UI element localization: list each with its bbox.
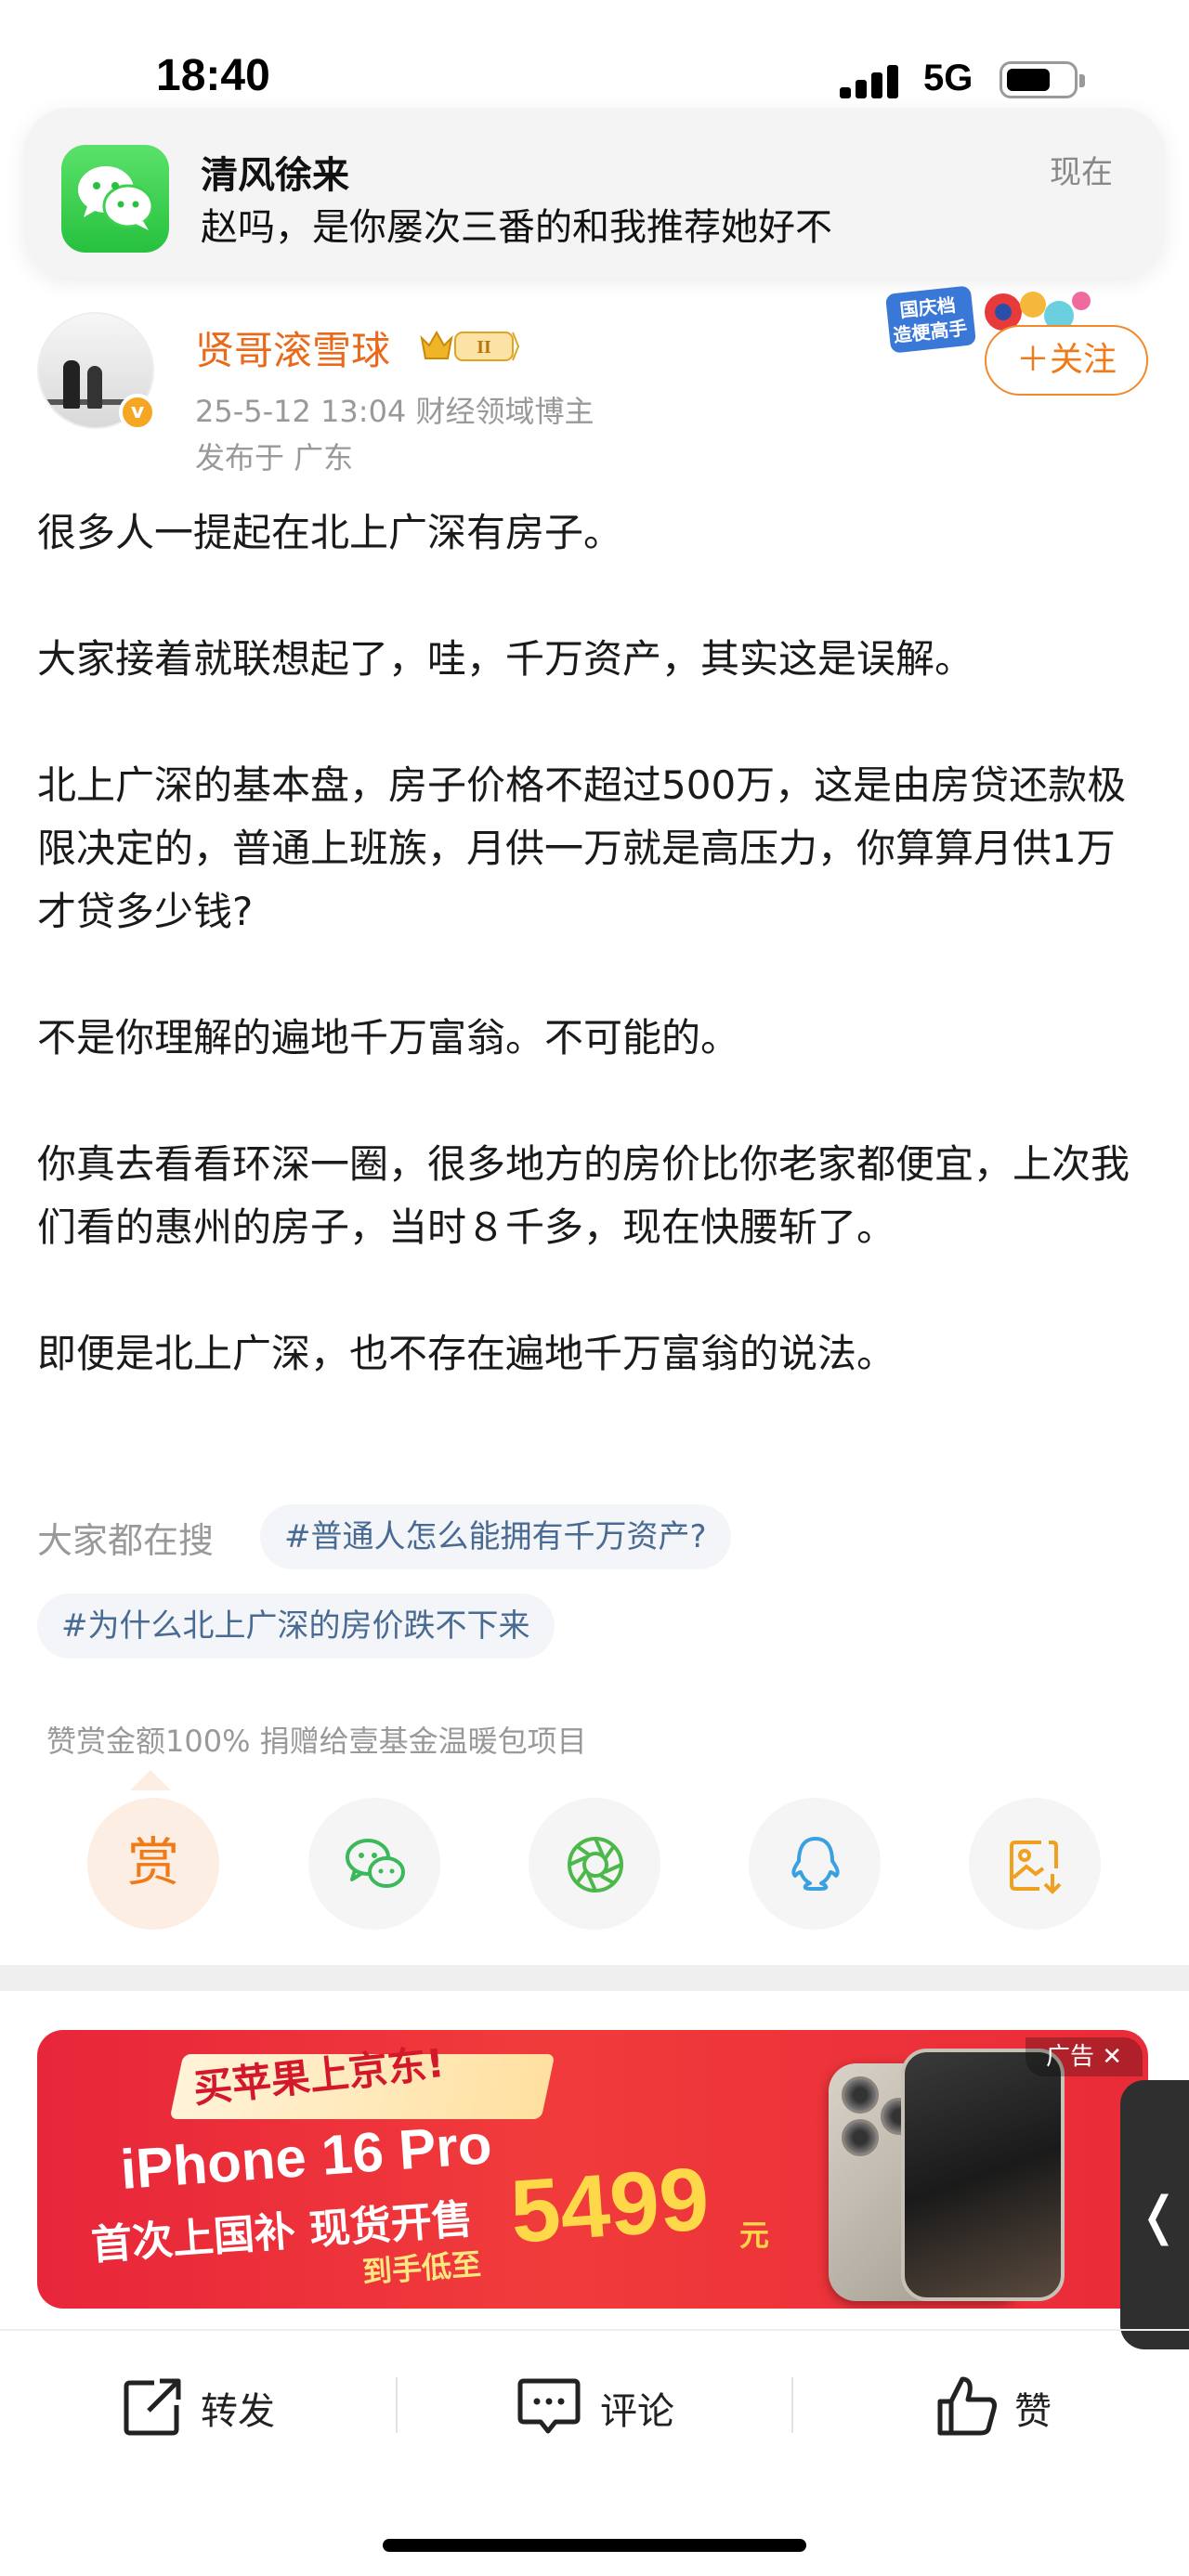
chevron-left-icon: ❬ [1137,2186,1181,2246]
post-paragraph: 即便是北上广深，也不存在遍地千万富翁的说法。 [37,1331,896,1376]
vip-level-text: II [477,337,491,358]
side-collapse-handle[interactable]: ❬ [1120,2080,1189,2349]
home-indicator[interactable] [383,2539,806,2552]
share-wechat-button[interactable] [308,1798,440,1930]
share-moments-button[interactable] [529,1798,660,1930]
post-meta: 25-5-12 13:04 财经领域博主 [195,394,594,429]
battery-icon [1000,61,1085,98]
follow-button[interactable]: ＋关注 [985,325,1148,396]
reward-pointer [130,1770,171,1790]
status-time: 18:40 [156,51,270,100]
ad-banner[interactable]: 买苹果上京东! iPhone 16 Pro 首次上国补 现货开售 到手低至 54… [37,2030,1148,2309]
like-label: 赞 [1014,2390,1052,2433]
action-separator [396,2377,398,2433]
save-image-button[interactable] [969,1798,1101,1930]
phone-front-image [901,2049,1065,2301]
moments-icon [568,1837,623,1893]
comment-button[interactable]: 评论 [516,2374,684,2439]
notification-time: 现在 [1050,154,1113,191]
wechat-icon [61,145,169,253]
status-bar: 18:40 5G [0,0,1189,111]
action-separator [791,2377,793,2433]
qq-icon [791,1837,840,1891]
ad-price: 5499 [507,2149,712,2262]
repost-button[interactable]: 转发 [121,2374,288,2439]
bottom-divider [0,2329,1189,2331]
share-qq-button[interactable] [749,1798,881,1930]
like-button[interactable]: 赞 [934,2374,1065,2439]
repost-label: 转发 [201,2390,275,2433]
comment-icon [517,2378,581,2434]
hot-search-tag[interactable]: #为什么北上广深的房价跌不下来 [37,1594,555,1659]
reward-button[interactable]: 赏 [87,1798,219,1930]
network-type: 5G [923,58,973,98]
ad-price-label: 到手低至 [360,2246,483,2290]
ad-currency: 元 [739,2218,770,2253]
author-name[interactable]: 贤哥滚雪球 [195,319,390,376]
notification-body: 赵吗，是你屡次三番的和我推荐她好不 [201,206,832,249]
signal-icon [840,65,899,98]
reward-label: 赏 [127,1833,179,1893]
comment-label: 评论 [600,2390,674,2433]
thumbs-up-icon [937,2376,997,2436]
donation-note: 赞赏金额100% 捐赠给壹基金温暖包项目 [46,1724,587,1759]
vip-level-badge[interactable]: II [416,325,520,366]
hot-search-label: 大家都在搜 [37,1520,215,1561]
save-image-icon [1010,1841,1062,1894]
ad-close-button[interactable]: 广告 ✕ [1026,2037,1143,2076]
section-divider [0,1965,1189,1991]
post-paragraph: 你真去看看环深一圈，很多地方的房价比你老家都便宜，上次我们看的惠州的房子，当时８… [37,1141,1130,1250]
wechat-icon [346,1839,405,1888]
hot-search-tag[interactable]: #普通人怎么能拥有千万资产? [260,1504,731,1569]
notification-title: 清风徐来 [201,154,349,197]
verified-badge-icon: v [119,394,156,431]
post-paragraph: 不是你理解的遍地千万富翁。不可能的。 [37,1015,740,1060]
post-paragraph: 大家接着就联想起了，哇，千万资产，其实这是误解。 [37,636,974,682]
post-paragraph: 北上广深的基本盘，房子价格不超过500万，这是由房贷还款极限决定的，普通上班族，… [37,762,1127,934]
post-body: 很多人一提起在北上广深有房子。 大家接着就联想起了，哇，千万资产，其实这是误解。… [37,501,1152,1386]
repost-icon [124,2378,181,2436]
notification-banner[interactable]: 清风徐来 赵吗，是你屡次三番的和我推荐她好不 现在 [24,108,1165,277]
post-location: 发布于 广东 [195,440,354,475]
share-row: 赏 [0,1798,1189,1930]
post-paragraph: 很多人一提起在北上广深有房子。 [37,510,623,555]
